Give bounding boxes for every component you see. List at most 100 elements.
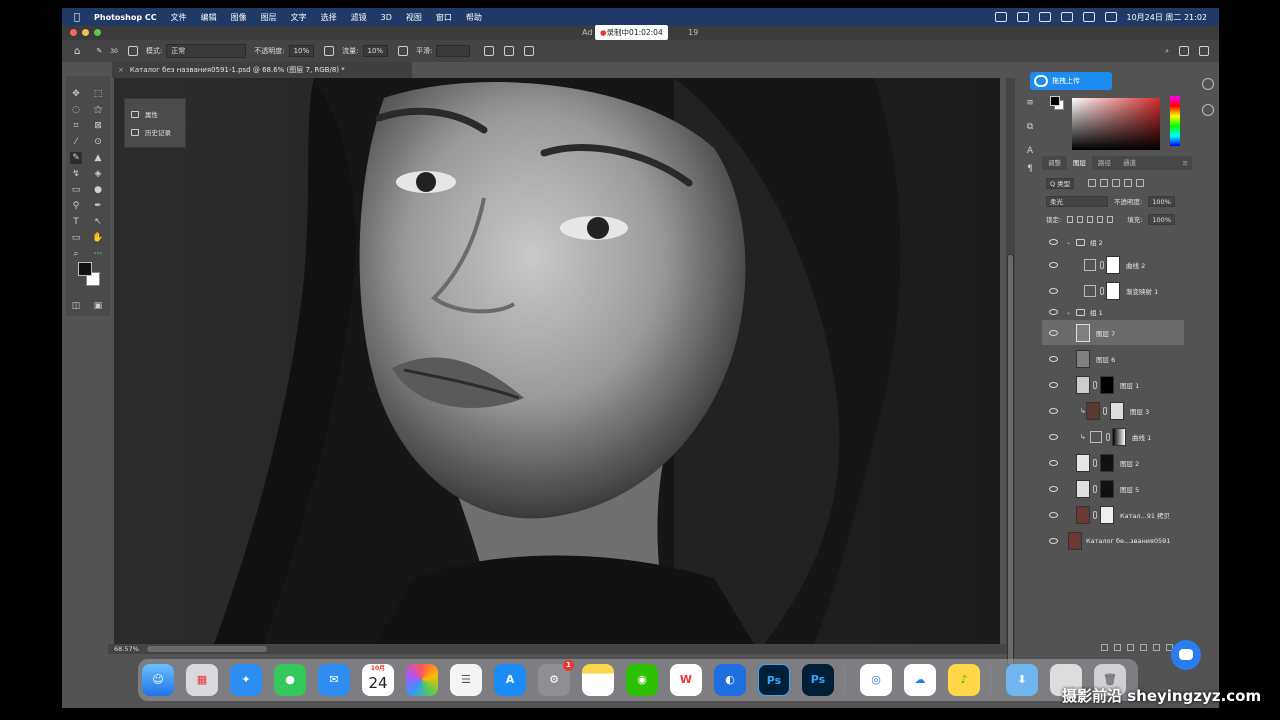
wps-app[interactable]: W xyxy=(670,664,702,696)
layer-filter-select[interactable]: Q 类型 xyxy=(1046,177,1075,189)
vertical-scrollbar[interactable] xyxy=(1006,78,1015,666)
apple-menu-icon[interactable]:  xyxy=(74,12,80,23)
zoom-level[interactable]: 68.57% xyxy=(111,645,147,653)
status-icon[interactable] xyxy=(994,12,1007,22)
paragraph-icon[interactable]: ¶ xyxy=(1024,164,1036,174)
hue-slider[interactable] xyxy=(1170,96,1180,146)
pixel-filter-icon[interactable] xyxy=(1088,179,1097,187)
messages-app[interactable]: ● xyxy=(274,664,306,696)
menubar-clock[interactable]: 10月24日 周二 21:02 xyxy=(1127,12,1208,23)
brush-tool-icon[interactable]: ✎ xyxy=(70,152,82,164)
panel-menu-icon[interactable]: ≡ xyxy=(1183,159,1188,167)
system-settings-app[interactable]: ⚙ 1 xyxy=(538,660,574,696)
cloud-docs-icon[interactable] xyxy=(1202,104,1214,116)
lock-pixels-icon[interactable] xyxy=(1077,215,1084,223)
new-group-icon[interactable] xyxy=(1153,644,1160,651)
healing-brush-icon[interactable]: ⊙ xyxy=(92,136,104,148)
airbrush-icon[interactable] xyxy=(398,46,409,56)
mail-app[interactable]: ✉ xyxy=(318,664,350,696)
menu-type[interactable]: 文字 xyxy=(291,12,307,23)
layer-mask-thumbnail[interactable] xyxy=(1100,453,1114,472)
eraser-icon[interactable]: ◈ xyxy=(92,168,104,180)
baidu-netdisk-app[interactable]: ☁ xyxy=(904,664,936,696)
blur-tool-icon[interactable]: ● xyxy=(92,184,104,196)
visibility-eye-icon[interactable] xyxy=(1049,459,1058,466)
photoshop-app[interactable]: Ps xyxy=(802,664,834,696)
recording-indicator[interactable]: ●录制中01:02:04 xyxy=(595,25,668,40)
layer-row[interactable]: 渐变映射 1 xyxy=(1042,278,1184,303)
battery-icon[interactable] xyxy=(1060,12,1073,22)
brush-preset-icon[interactable]: ✎ xyxy=(96,47,102,55)
screen-mode-icon[interactable]: ▣ xyxy=(92,300,104,312)
menu-edit[interactable]: 编辑 xyxy=(201,12,217,23)
lock-artboard-icon[interactable] xyxy=(1097,215,1104,223)
browser-app[interactable]: ◐ xyxy=(714,664,746,696)
lock-position-icon[interactable] xyxy=(1087,215,1094,223)
symmetry-icon[interactable] xyxy=(524,46,535,56)
smart-filter-icon[interactable] xyxy=(1136,179,1145,187)
rectangle-tool-icon[interactable]: ▭ xyxy=(70,232,82,244)
chevron-down-icon[interactable]: ⌄ xyxy=(1066,309,1071,316)
safari-app[interactable]: ✦ xyxy=(230,664,262,696)
dodge-tool-icon[interactable]: ⚲ xyxy=(70,200,82,212)
zoom-tool-icon[interactable]: ⌕ xyxy=(70,248,82,260)
layer-thumbnail[interactable] xyxy=(1076,375,1090,394)
qq-music-app[interactable]: ♪ xyxy=(948,664,980,696)
quick-mask-icon[interactable]: ◫ xyxy=(70,300,82,312)
menu-filter[interactable]: 滤镜 xyxy=(351,12,367,23)
move-tool-icon[interactable]: ✥ xyxy=(70,88,82,100)
layer-thumbnail[interactable] xyxy=(1086,401,1100,420)
app-menu[interactable]: Photoshop CC xyxy=(94,13,157,22)
learn-icon[interactable] xyxy=(1202,78,1214,90)
calendar-app[interactable]: 10月 24 xyxy=(362,664,394,696)
visibility-eye-icon[interactable] xyxy=(1049,407,1058,414)
tab-channels[interactable]: 通道 xyxy=(1117,156,1142,170)
downloads-folder[interactable]: ⬇ xyxy=(1006,664,1038,696)
color-picker-field[interactable] xyxy=(1072,98,1160,150)
visibility-eye-icon[interactable] xyxy=(1049,485,1058,492)
tab-paths[interactable]: 路径 xyxy=(1092,156,1117,170)
visibility-eye-icon[interactable] xyxy=(1049,329,1058,336)
canvas[interactable]: 属性 历史记录 xyxy=(114,78,1000,644)
adjustment-layer-icon[interactable] xyxy=(1140,644,1147,651)
layer-thumbnail[interactable] xyxy=(1076,323,1090,342)
document-tab[interactable]: × Каталог без названия0591-1.psd @ 68.6% … xyxy=(112,62,412,78)
layer-row[interactable]: Катал...91 拷贝 xyxy=(1042,502,1184,527)
scroll-thumb[interactable] xyxy=(1007,254,1014,666)
history-panel-button[interactable]: 历史记录 xyxy=(125,123,185,141)
layer-mask-thumbnail[interactable] xyxy=(1100,479,1114,498)
scroll-thumb[interactable] xyxy=(147,646,267,652)
menu-select[interactable]: 选择 xyxy=(321,12,337,23)
share-icon[interactable] xyxy=(1199,46,1209,56)
menu-layer[interactable]: 图层 xyxy=(261,12,277,23)
marquee-tool-icon[interactable]: ⬚ xyxy=(92,88,104,100)
close-window-button[interactable] xyxy=(70,29,77,36)
layer-row[interactable]: 图层 1 xyxy=(1042,372,1184,397)
foreground-color-swatch[interactable] xyxy=(78,262,92,276)
chat-icon[interactable] xyxy=(1171,640,1201,670)
layer-row[interactable]: 图层 5 xyxy=(1042,476,1184,501)
menu-help[interactable]: 帮助 xyxy=(466,12,482,23)
tab-layers[interactable]: 图层 xyxy=(1067,156,1092,170)
hand-tool-icon[interactable]: ✋ xyxy=(92,232,104,244)
adjustment-filter-icon[interactable] xyxy=(1100,179,1109,187)
search-icon[interactable]: ⌕ xyxy=(1165,47,1169,56)
layer-group[interactable]: ⌄ 组 2 xyxy=(1042,234,1184,250)
fill-field[interactable]: 100% xyxy=(1148,213,1175,225)
layer-row[interactable]: ↳ 图层 3 xyxy=(1042,398,1184,423)
magic-wand-icon[interactable]: ⚝ xyxy=(92,104,104,116)
visibility-eye-icon[interactable] xyxy=(1049,287,1058,294)
visibility-eye-icon[interactable] xyxy=(1049,309,1058,315)
layer-row[interactable]: 图层 6 xyxy=(1042,346,1184,371)
pressure-opacity-icon[interactable] xyxy=(324,46,335,56)
smooth-field[interactable] xyxy=(436,45,471,57)
layer-mask-thumbnail[interactable] xyxy=(1106,255,1120,274)
brush-settings-icon[interactable] xyxy=(127,46,138,56)
minimize-window-button[interactable] xyxy=(82,29,89,36)
menu-window[interactable]: 窗口 xyxy=(436,12,452,23)
stamp-tool-icon[interactable]: ▲ xyxy=(92,152,104,164)
visibility-eye-icon[interactable] xyxy=(1049,381,1058,388)
app-store-app[interactable]: A xyxy=(494,664,526,696)
menu-file[interactable]: 文件 xyxy=(171,12,187,23)
chevron-down-icon[interactable]: ⌄ xyxy=(1066,239,1071,246)
